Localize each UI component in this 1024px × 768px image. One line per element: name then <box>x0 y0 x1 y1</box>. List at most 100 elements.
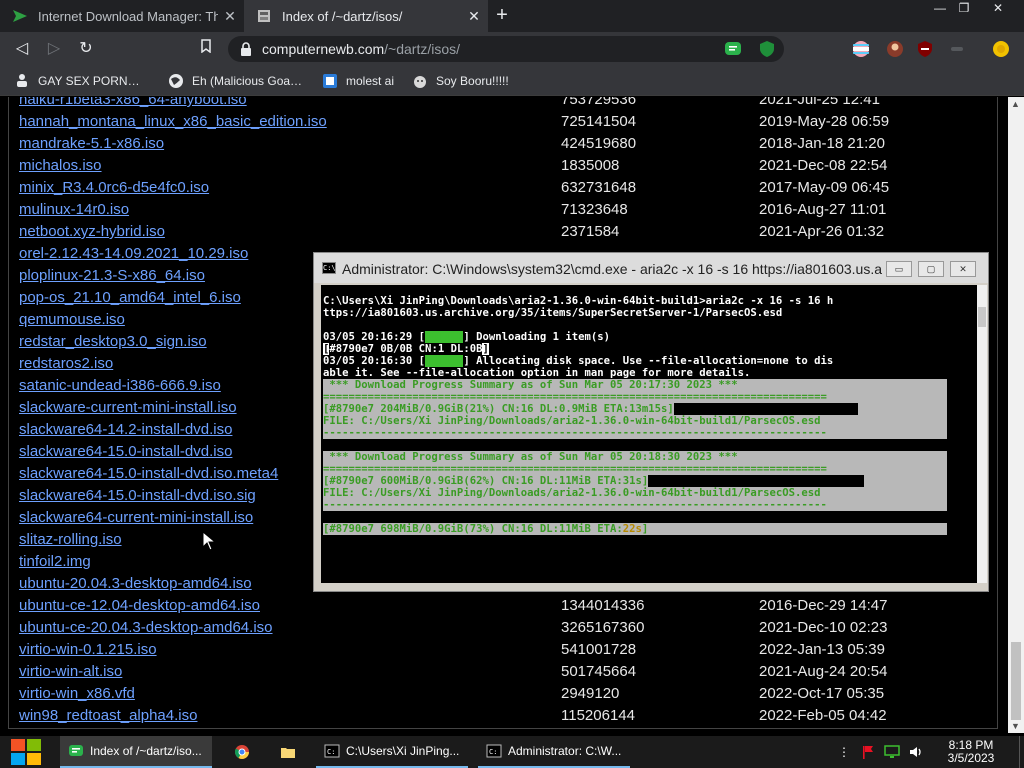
console-text: ----------------------------------------… <box>323 499 827 511</box>
file-link[interactable]: virtio-win_x86.vfd <box>19 683 135 705</box>
profile-avatar-icon[interactable] <box>992 40 1010 58</box>
file-link[interactable]: slackware-current-mini-install.iso <box>19 397 237 419</box>
file-link[interactable]: redstar_desktop3.0_sign.iso <box>19 331 207 353</box>
reload-button[interactable]: ↻ <box>76 39 96 59</box>
address-bar[interactable]: computernewb.com/~dartz/isos/ <box>228 36 784 62</box>
cmd-close-button[interactable]: ✕ <box>950 261 976 277</box>
file-link[interactable]: ubuntu-ce-20.04.3-desktop-amd64.iso <box>19 617 273 639</box>
windows-start-icon[interactable] <box>10 738 43 766</box>
forward-button[interactable]: ▷ <box>44 39 64 59</box>
scroll-down-arrow-icon[interactable]: ▼ <box>1011 721 1020 731</box>
chat-green-icon <box>69 745 83 756</box>
console-output[interactable]: C:\Users\Xi JinPing\Downloads\aria2-1.36… <box>321 285 977 583</box>
taskbar-label: Index of /~dartz/iso... <box>90 744 202 758</box>
tab-index[interactable]: Index of /~dartz/isos/ ✕ <box>244 0 488 32</box>
system-clock[interactable]: 8:18 PM 3/5/2023 <box>940 739 1002 765</box>
ublock-icon[interactable] <box>916 40 934 58</box>
file-link[interactable]: ploplinux-21.3-S-x86_64.iso <box>19 265 205 287</box>
file-link[interactable]: mulinux-14r0.iso <box>19 199 129 221</box>
extension-avatar-icon[interactable] <box>886 40 904 58</box>
scroll-up-arrow-icon[interactable]: ▲ <box>1011 99 1020 109</box>
file-link[interactable]: qemumouse.iso <box>19 309 125 331</box>
file-link[interactable]: michalos.iso <box>19 155 102 177</box>
restore-window-button[interactable]: ❐ <box>952 0 976 16</box>
file-link[interactable]: tinfoil2.img <box>19 551 91 573</box>
file-link[interactable]: orel-2.12.43-14.09.2021_10.29.iso <box>19 243 248 265</box>
bookmark-item[interactable]: GAY SEX PORN… <box>14 72 140 90</box>
file-link[interactable]: slackware64-15.0-install-dvd.iso.sig <box>19 485 256 507</box>
file-link[interactable]: virtio-win-alt.iso <box>19 661 122 683</box>
tab-title: Internet Download Manager: The <box>38 8 218 24</box>
file-size: 2371584 <box>561 223 620 240</box>
extension-faded-icon[interactable] <box>948 40 966 58</box>
extension-flag-icon[interactable] <box>852 40 870 58</box>
bookmark-item[interactable]: Soy Booru!!!!! <box>412 72 509 90</box>
summary-header: *** Download Progress Summary as of Sun … <box>323 451 947 463</box>
file-link[interactable]: slackware64-14.2-install-dvd.iso <box>19 419 232 441</box>
flag-notification-icon[interactable] <box>860 744 876 760</box>
file-size: 2949120 <box>561 685 620 702</box>
file-date: 2022-Jan-13 05:39 <box>759 641 885 658</box>
file-link[interactable]: hannah_montana_linux_x86_basic_edition.i… <box>19 111 327 133</box>
back-button[interactable]: ◁ <box>12 39 32 59</box>
file-link[interactable]: slackware64-15.0-install-dvd.iso.meta4 <box>19 463 278 485</box>
table-row: virtio-win_x86.vfd 2949120 2022-Oct-17 05:… <box>19 683 979 705</box>
cmd-titlebar[interactable]: C:\ Administrator: C:\Windows\system32\c… <box>314 253 988 283</box>
taskbar-item-chrome[interactable] <box>226 736 260 768</box>
soy-icon <box>414 76 426 88</box>
cmd-scrollbar[interactable] <box>977 285 987 583</box>
show-desktop-button[interactable] <box>1019 736 1024 768</box>
file-link[interactable]: pop-os_21.10_amd64_intel_6.iso <box>19 287 241 309</box>
taskbar-item-cmd-2[interactable]: C: Administrator: C:\W... <box>478 736 630 768</box>
file-link[interactable]: netboot.xyz-hybrid.iso <box>19 221 165 243</box>
bookmark-icon[interactable] <box>196 39 216 59</box>
file-link[interactable]: ubuntu-20.04.3-desktop-amd64.iso <box>19 573 252 595</box>
taskbar-item-file-explorer[interactable] <box>272 736 306 768</box>
taskbar-item-cmd-1[interactable]: C: C:\Users\Xi JinPing... <box>316 736 468 768</box>
page-scrollbar[interactable]: ▲ ▼ <box>1008 97 1024 733</box>
file-link[interactable]: ubuntu-ce-12.04-desktop-amd64.iso <box>19 595 260 617</box>
bookmark-item[interactable]: Eh (Malicious Goa… <box>168 72 302 90</box>
file-link[interactable]: slitaz-rolling.iso <box>19 529 122 551</box>
file-link[interactable]: minix_R3.4.0rc6-d5e4fc0.iso <box>19 177 209 199</box>
file-link[interactable]: virtio-win-0.1.215.iso <box>19 639 157 661</box>
cmd-scroll-thumb[interactable] <box>978 307 986 327</box>
progress-remainder <box>673 403 858 415</box>
extension-green-chat-icon[interactable] <box>724 40 742 58</box>
volume-icon[interactable] <box>908 744 924 760</box>
bookmark-item[interactable]: molest ai <box>322 72 394 90</box>
cmd-maximize-button[interactable]: ▢ <box>918 261 944 277</box>
close-icon[interactable]: ✕ <box>466 8 482 24</box>
shield-extension-icon[interactable] <box>758 40 776 58</box>
tab-idm[interactable]: Internet Download Manager: The ✕ <box>0 0 244 32</box>
cmd-window[interactable]: C:\ Administrator: C:\Windows\system32\c… <box>313 252 989 592</box>
bookmark-label: GAY SEX PORN… <box>38 74 140 88</box>
cmd-minimize-button[interactable]: ▭ <box>886 261 912 277</box>
table-row: haiku-r1beta3-x86_64-anyboot.iso 75372953… <box>19 97 979 111</box>
console-text: 03/05 20:16:30 [ <box>323 355 426 367</box>
minimize-window-button[interactable]: — <box>928 0 952 16</box>
new-tab-button[interactable]: + <box>492 5 512 25</box>
table-row: ubuntu-ce-12.04-desktop-amd64.iso 1344014… <box>19 595 979 617</box>
file-size: 632731648 <box>561 179 637 196</box>
progress-line-current: [#8790e7 698MiB/0.9GiB(73%) CN:16 DL:11M… <box>323 523 947 535</box>
file-link[interactable]: haiku-r1beta3-x86_64-anyboot.iso <box>19 97 247 111</box>
console-line: ttps://ia801603.us.archive.org/35/items/… <box>323 307 783 319</box>
file-link[interactable]: redstaros2.iso <box>19 353 113 375</box>
file-link[interactable]: slackware64-15.0-install-dvd.iso <box>19 441 232 463</box>
close-window-button[interactable]: ✕ <box>986 0 1010 16</box>
progress-text: [#8790e7 600MiB/0.9GiB(62%) CN:16 DL:11M… <box>323 475 649 487</box>
table-row: minix_R3.4.0rc6-d5e4fc0.iso 632731648 2017… <box>19 177 979 199</box>
file-size: 541001728 <box>561 641 637 658</box>
close-icon[interactable]: ✕ <box>222 8 238 24</box>
network-monitor-icon[interactable] <box>884 744 900 760</box>
notice-tag: NOTICE <box>425 355 464 367</box>
scroll-thumb[interactable] <box>1011 642 1021 720</box>
file-link[interactable]: slackware64-current-mini-install.iso <box>19 507 253 529</box>
file-link[interactable]: satanic-undead-i386-666.9.iso <box>19 375 221 397</box>
taskbar-item-browser[interactable]: Index of /~dartz/iso... <box>60 736 212 768</box>
file-link[interactable]: mandrake-5.1-x86.iso <box>19 133 164 155</box>
overflow-menu-icon[interactable]: ⋮ <box>836 744 852 760</box>
console-text: ========================================… <box>323 463 827 475</box>
file-link[interactable]: win98_redtoast_alpha4.iso <box>19 705 197 727</box>
